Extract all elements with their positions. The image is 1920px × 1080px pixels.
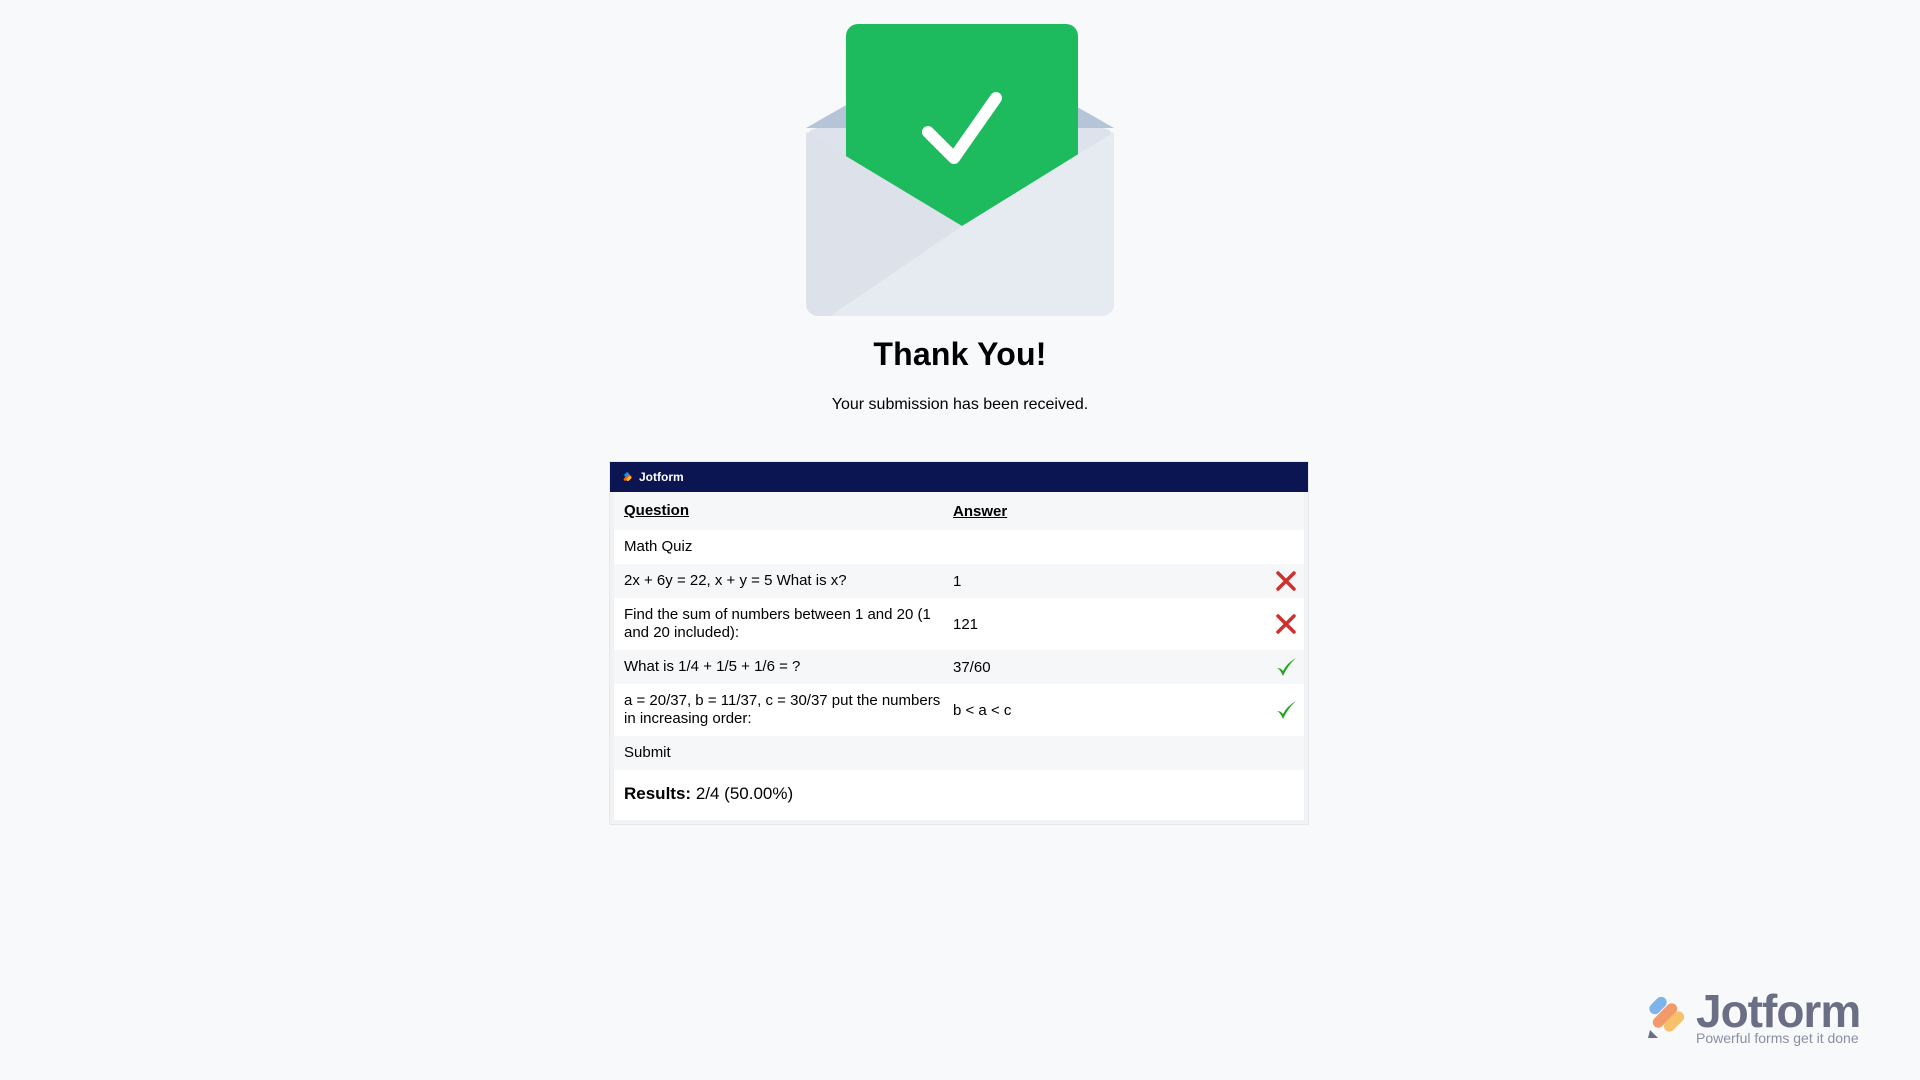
column-header-answer: Answer (953, 502, 1008, 520)
results-value: 2/4 (50.00%) (695, 784, 794, 803)
answer-text: 37/60 (953, 658, 991, 676)
table-row: a = 20/37, b = 11/37, c = 30/37 put the … (614, 684, 1304, 736)
section-title: Math Quiz (624, 538, 693, 555)
question-text: a = 20/37, b = 11/37, c = 30/37 put the … (624, 692, 941, 727)
results-label: Results: (624, 784, 692, 803)
cross-icon (1276, 614, 1296, 634)
section-row: Math Quiz (614, 530, 1304, 564)
jotform-logo-small: Jotform (622, 470, 684, 484)
footer-tagline: Powerful forms get it done (1696, 1030, 1859, 1046)
answer-text: 1 (953, 572, 962, 590)
confirmation-page: Thank You! Your submission has been rece… (0, 0, 1920, 1080)
submit-label: Submit (624, 744, 671, 761)
page-title: Thank You! (873, 336, 1047, 372)
jotform-logo-icon (1648, 996, 1685, 1038)
report-header: Jotform (610, 462, 1308, 492)
question-text: Find the sum of numbers between 1 and 20… (624, 606, 931, 641)
table-header-row: Question Answer (614, 492, 1304, 530)
column-header-question: Question (624, 502, 690, 519)
brand-name: Jotform (639, 470, 684, 484)
envelope-check-icon (800, 20, 1120, 320)
submit-row: Submit (614, 736, 1304, 770)
table-row: 2x + 6y = 22, x + y = 5 What is x? 1 (614, 564, 1304, 598)
answer-text: b < a < c (953, 701, 1012, 719)
submission-message: Your submission has been received. (831, 396, 1089, 413)
table-row: Find the sum of numbers between 1 and 20… (614, 598, 1304, 650)
table-row: What is 1/4 + 1/5 + 1/6 = ? 37/60 (614, 650, 1304, 684)
jotform-footer-badge[interactable]: Jotform Powerful forms get it done (1644, 985, 1884, 1050)
question-text: What is 1/4 + 1/5 + 1/6 = ? (624, 658, 801, 675)
answer-text: 121 (953, 615, 979, 633)
cross-icon (1276, 571, 1296, 591)
report-table: Question Answer Math Quiz 2x + 6y = 22, … (614, 492, 1304, 820)
results-summary: Results: 2/4 (50.00%) (624, 785, 944, 803)
results-row: Results: 2/4 (50.00%) (614, 770, 1304, 818)
question-text: 2x + 6y = 22, x + y = 5 What is x? (624, 572, 847, 589)
quiz-results-card: Jotform Question Answer Math Quiz 2x + 6… (609, 461, 1309, 825)
checkmark-icon (1277, 701, 1296, 719)
checkmark-icon (1277, 658, 1296, 676)
jotform-mark-icon (623, 472, 632, 482)
